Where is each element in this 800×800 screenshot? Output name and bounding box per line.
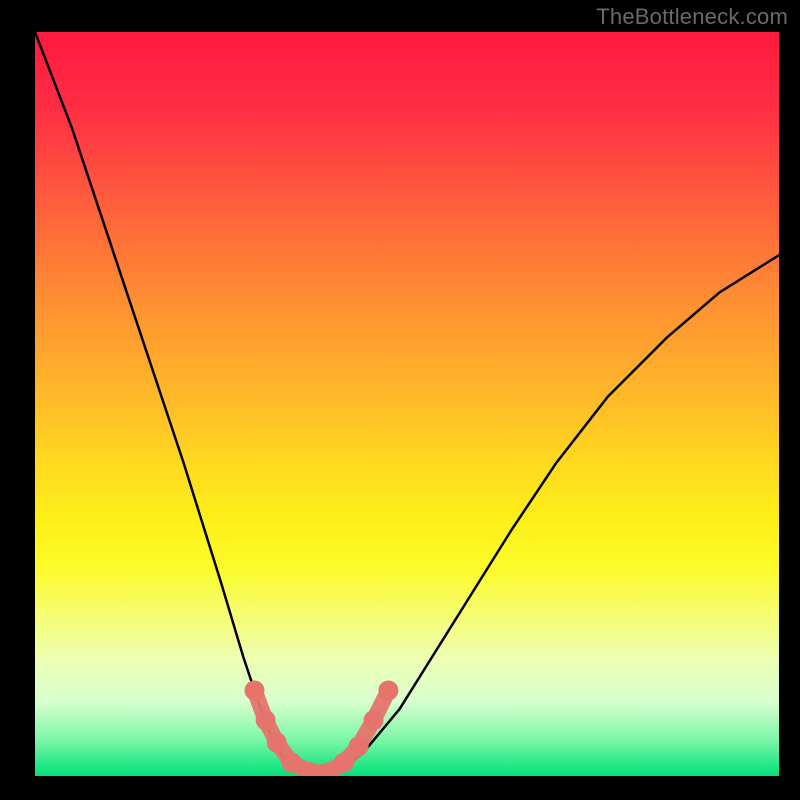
marker-dot [267, 733, 287, 753]
marker-dot [244, 680, 264, 700]
watermark-text: TheBottleneck.com [596, 4, 788, 30]
marker-dot [349, 736, 369, 756]
marker-band [254, 690, 388, 772]
marker-dot [256, 710, 276, 730]
bottleneck-curve [35, 32, 779, 776]
marker-dot [378, 680, 398, 700]
marker-dot [364, 710, 384, 730]
chart-frame: TheBottleneck.com [0, 0, 800, 800]
marker-dot [282, 753, 302, 773]
chart-svg [35, 32, 779, 776]
marker-dot [334, 753, 354, 773]
plot-area [35, 32, 779, 776]
